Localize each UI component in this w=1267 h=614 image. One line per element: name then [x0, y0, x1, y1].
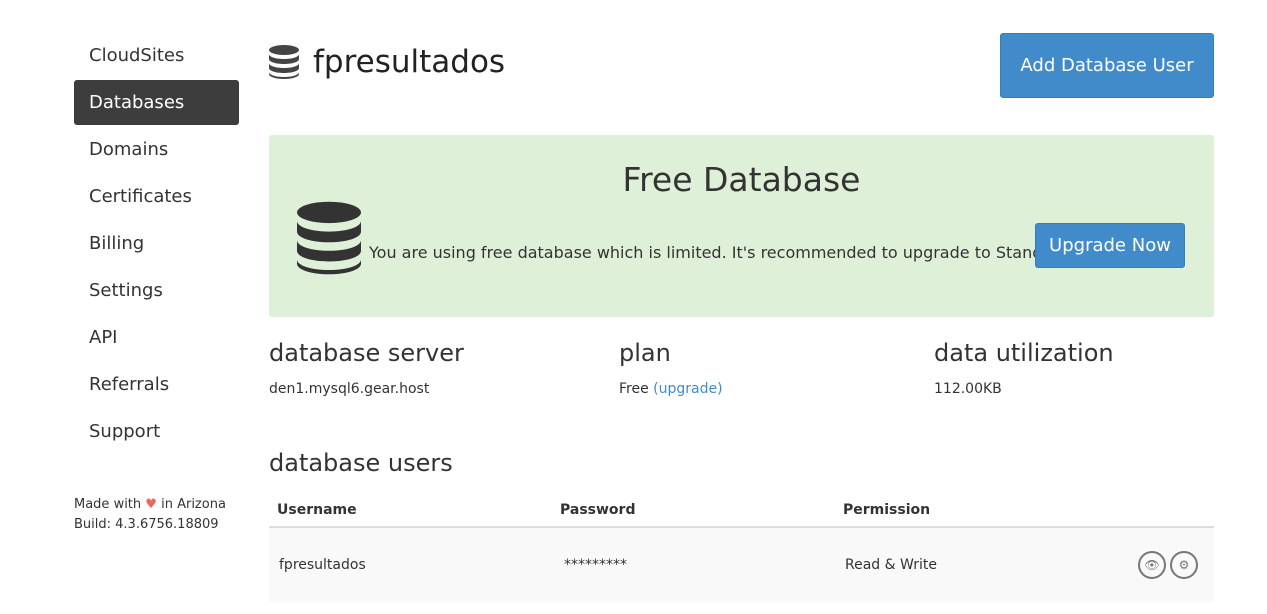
banner-title: Free Database	[622, 160, 861, 199]
sidebar-item-databases[interactable]: Databases	[74, 80, 239, 125]
server-value: den1.mysql6.gear.host	[269, 381, 430, 397]
sidebar-item-domains[interactable]: Domains	[74, 127, 239, 172]
sidebar-item-billing[interactable]: Billing	[74, 221, 239, 266]
plan-label: plan	[619, 339, 671, 367]
upgrade-now-button[interactable]: Upgrade Now	[1035, 223, 1185, 268]
database-icon	[269, 45, 299, 79]
plan-info: plan Free (upgrade)	[619, 339, 723, 397]
table-row: fpresultados ********* Read & Write 👁 ⚙	[269, 527, 1214, 602]
utilization-value: 112.00KB	[934, 381, 1002, 397]
sidebar-item-settings[interactable]: Settings	[74, 268, 239, 313]
actions-cell: 👁 ⚙	[1036, 527, 1214, 602]
sidebar-item-cloudsites[interactable]: CloudSites	[74, 33, 239, 78]
page-title: fpresultados	[269, 44, 505, 80]
database-name: fpresultados	[313, 44, 506, 80]
username-cell: fpresultados	[269, 527, 552, 602]
upgrade-link[interactable]: (upgrade)	[653, 381, 722, 397]
password-cell: *********	[552, 527, 835, 602]
eye-icon[interactable]: 👁	[1138, 551, 1166, 579]
heart-icon: ♥	[145, 497, 157, 512]
sidebar: CloudSites Databases Domains Certificate…	[74, 33, 239, 456]
utilization-info: data utilization 112.00KB	[934, 339, 1114, 397]
build-version: Build: 4.3.6756.18809	[74, 517, 219, 532]
database-icon	[297, 201, 361, 275]
column-username: Username	[269, 494, 552, 528]
free-database-banner: Free Database You are using free databas…	[269, 135, 1214, 317]
sidebar-item-support[interactable]: Support	[74, 409, 239, 454]
permission-cell: Read & Write	[835, 527, 1037, 602]
add-database-user-button[interactable]: Add Database User	[1000, 33, 1214, 98]
users-table: Username Password Permission fpresultado…	[269, 494, 1214, 602]
column-actions	[1036, 494, 1214, 528]
banner-message: You are using free database which is lim…	[369, 243, 1074, 262]
footer: Made with ♥ in Arizona Build: 4.3.6756.1…	[74, 495, 226, 535]
plan-value: Free	[619, 381, 649, 397]
column-permission: Permission	[835, 494, 1037, 528]
sidebar-item-certificates[interactable]: Certificates	[74, 174, 239, 219]
sidebar-item-api[interactable]: API	[74, 315, 239, 360]
sidebar-item-referrals[interactable]: Referrals	[74, 362, 239, 407]
utilization-label: data utilization	[934, 339, 1114, 367]
server-label: database server	[269, 339, 464, 367]
server-info: database server den1.mysql6.gear.host	[269, 339, 464, 397]
made-with-text: Made with	[74, 497, 142, 512]
location-text: in Arizona	[161, 497, 226, 512]
column-password: Password	[552, 494, 835, 528]
gear-icon[interactable]: ⚙	[1170, 551, 1198, 579]
database-users-heading: database users	[269, 449, 453, 477]
